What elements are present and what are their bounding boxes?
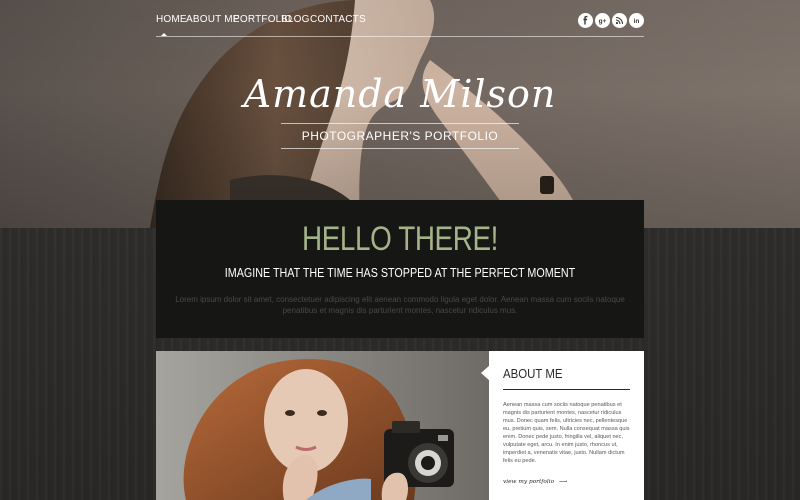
view-portfolio-link[interactable]: view my portfolio ⟶ [503, 479, 567, 485]
top-navigation: HOME ABOUT ME PORTFOLIO BLOG CONTACTS g+… [156, 13, 644, 37]
about-heading: ABOUT ME [503, 366, 563, 381]
about-card: ABOUT ME Aenean massa cum sociis natoque… [489, 351, 644, 500]
nav-item-about-me[interactable]: ABOUT ME [186, 14, 240, 25]
view-portfolio-link-label: view my portfolio [503, 479, 555, 485]
site-title: Amanda Milson [243, 72, 557, 116]
active-indicator [161, 33, 167, 36]
site-subtitle: PHOTOGRAPHER'S PORTFOLIO [301, 129, 499, 143]
linkedin-icon[interactable]: in [629, 13, 644, 28]
about-divider [503, 389, 630, 390]
nav-item-contacts[interactable]: CONTACTS [310, 14, 366, 25]
svg-text:in: in [634, 18, 640, 25]
arrow-right-icon: ⟶ [558, 479, 568, 485]
title-divider-top [281, 123, 519, 124]
facebook-icon[interactable] [578, 13, 593, 28]
nav-item-blog[interactable]: BLOG [281, 14, 310, 25]
title-divider-bottom [281, 148, 519, 149]
hello-body-text: Lorem ipsum dolor sit amet, consectetuer… [175, 295, 625, 315]
nav-item-home[interactable]: HOME [156, 14, 187, 25]
hello-panel: HELLO THERE! IMAGINE THAT THE TIME HAS S… [156, 200, 644, 338]
rss-icon[interactable] [612, 13, 627, 28]
svg-text:g+: g+ [599, 18, 607, 25]
portrait-image [156, 351, 490, 500]
hello-tagline: IMAGINE THAT THE TIME HAS STOPPED AT THE… [224, 266, 576, 280]
google-plus-icon[interactable]: g+ [595, 13, 610, 28]
about-body-text: Aenean massa cum sociis natoque penatibu… [503, 402, 630, 464]
portrait-photo [156, 351, 490, 500]
hello-heading: HELLO THERE! [301, 220, 498, 258]
